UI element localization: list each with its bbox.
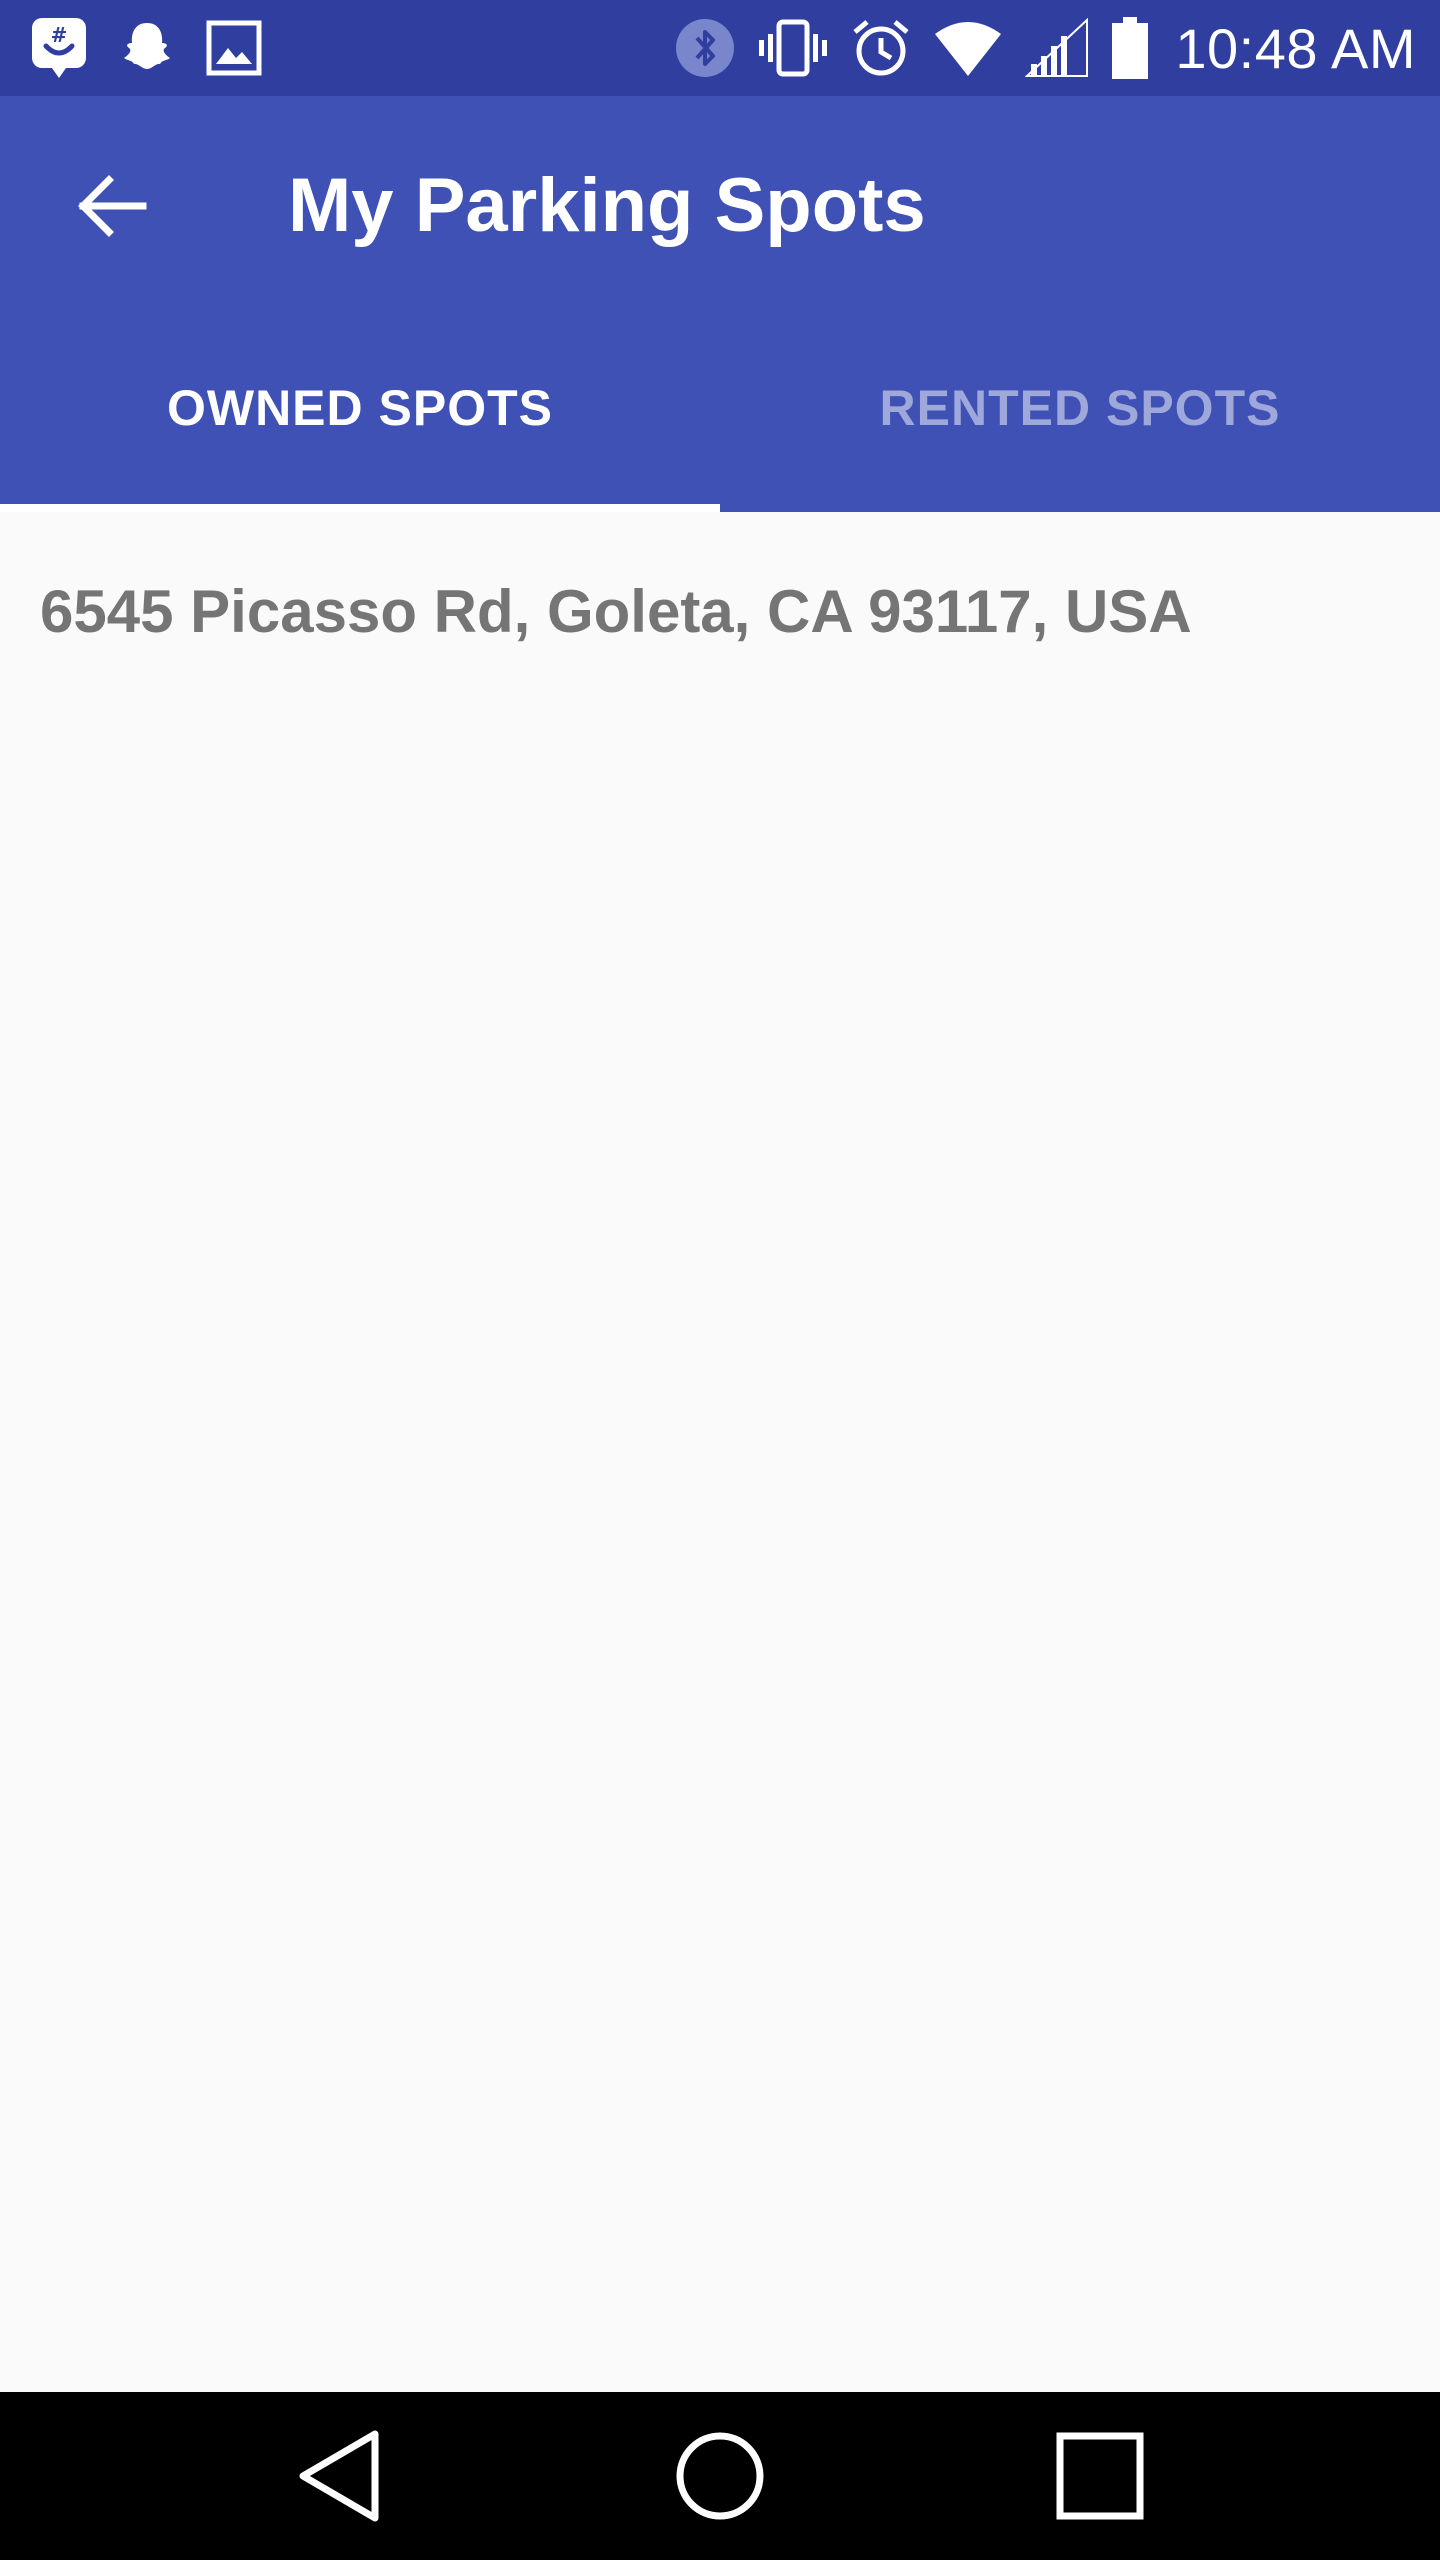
app-bar: My Parking Spots OWNED SPOTS RENTED SPOT… — [0, 96, 1440, 512]
status-time: 10:48 AM — [1175, 16, 1416, 80]
list-item[interactable]: 6545 Picasso Rd, Goleta, CA 93117, USA — [40, 556, 1400, 666]
tab-label: RENTED SPOTS — [879, 380, 1281, 436]
tab-bar: OWNED SPOTS RENTED SPOTS — [0, 316, 1440, 512]
tab-rented-spots[interactable]: RENTED SPOTS — [720, 316, 1440, 512]
groupme-icon: # — [32, 18, 86, 78]
vibrate-icon — [759, 19, 828, 77]
tab-indicator — [0, 504, 720, 512]
page-title: My Parking Spots — [288, 163, 926, 248]
tab-owned-spots[interactable]: OWNED SPOTS — [0, 316, 720, 512]
home-circle-icon — [676, 2432, 764, 2520]
alarm-icon — [853, 20, 909, 76]
nav-recents-button[interactable] — [1040, 2416, 1160, 2536]
svg-text:#: # — [51, 23, 68, 47]
wifi-icon — [935, 22, 1002, 76]
gallery-icon — [206, 20, 262, 76]
system-icons: 10:48 AM — [675, 10, 1416, 86]
back-button[interactable] — [52, 146, 172, 266]
back-triangle-icon — [299, 2430, 379, 2522]
battery-icon — [1112, 17, 1149, 79]
tab-label: OWNED SPOTS — [166, 380, 554, 436]
signal-icon — [1025, 18, 1089, 77]
spots-list: 6545 Picasso Rd, Goleta, CA 93117, USA — [0, 512, 1440, 2392]
status-bar: # 10:48 AM — [0, 0, 1440, 96]
nav-back-button[interactable] — [280, 2416, 400, 2536]
nav-home-button[interactable] — [660, 2416, 780, 2536]
bluetooth-icon — [676, 19, 735, 77]
snapchat-icon — [124, 23, 170, 69]
spot-address: 6545 Picasso Rd, Goleta, CA 93117, USA — [40, 577, 1192, 645]
recents-square-icon — [1056, 2432, 1144, 2520]
navigation-bar — [0, 2392, 1440, 2560]
notification-icons: # — [30, 14, 262, 82]
arrow-back-icon — [78, 175, 147, 237]
